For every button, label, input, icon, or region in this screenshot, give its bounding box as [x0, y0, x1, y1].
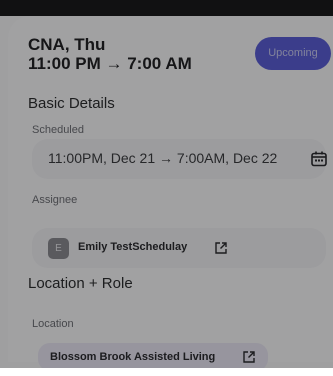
page: CNA, Thu 11:00 PM → 7:00 AM Upcoming Bas… [0, 0, 333, 376]
bottom-edge [0, 368, 333, 376]
modal-dim-overlay [0, 0, 333, 376]
